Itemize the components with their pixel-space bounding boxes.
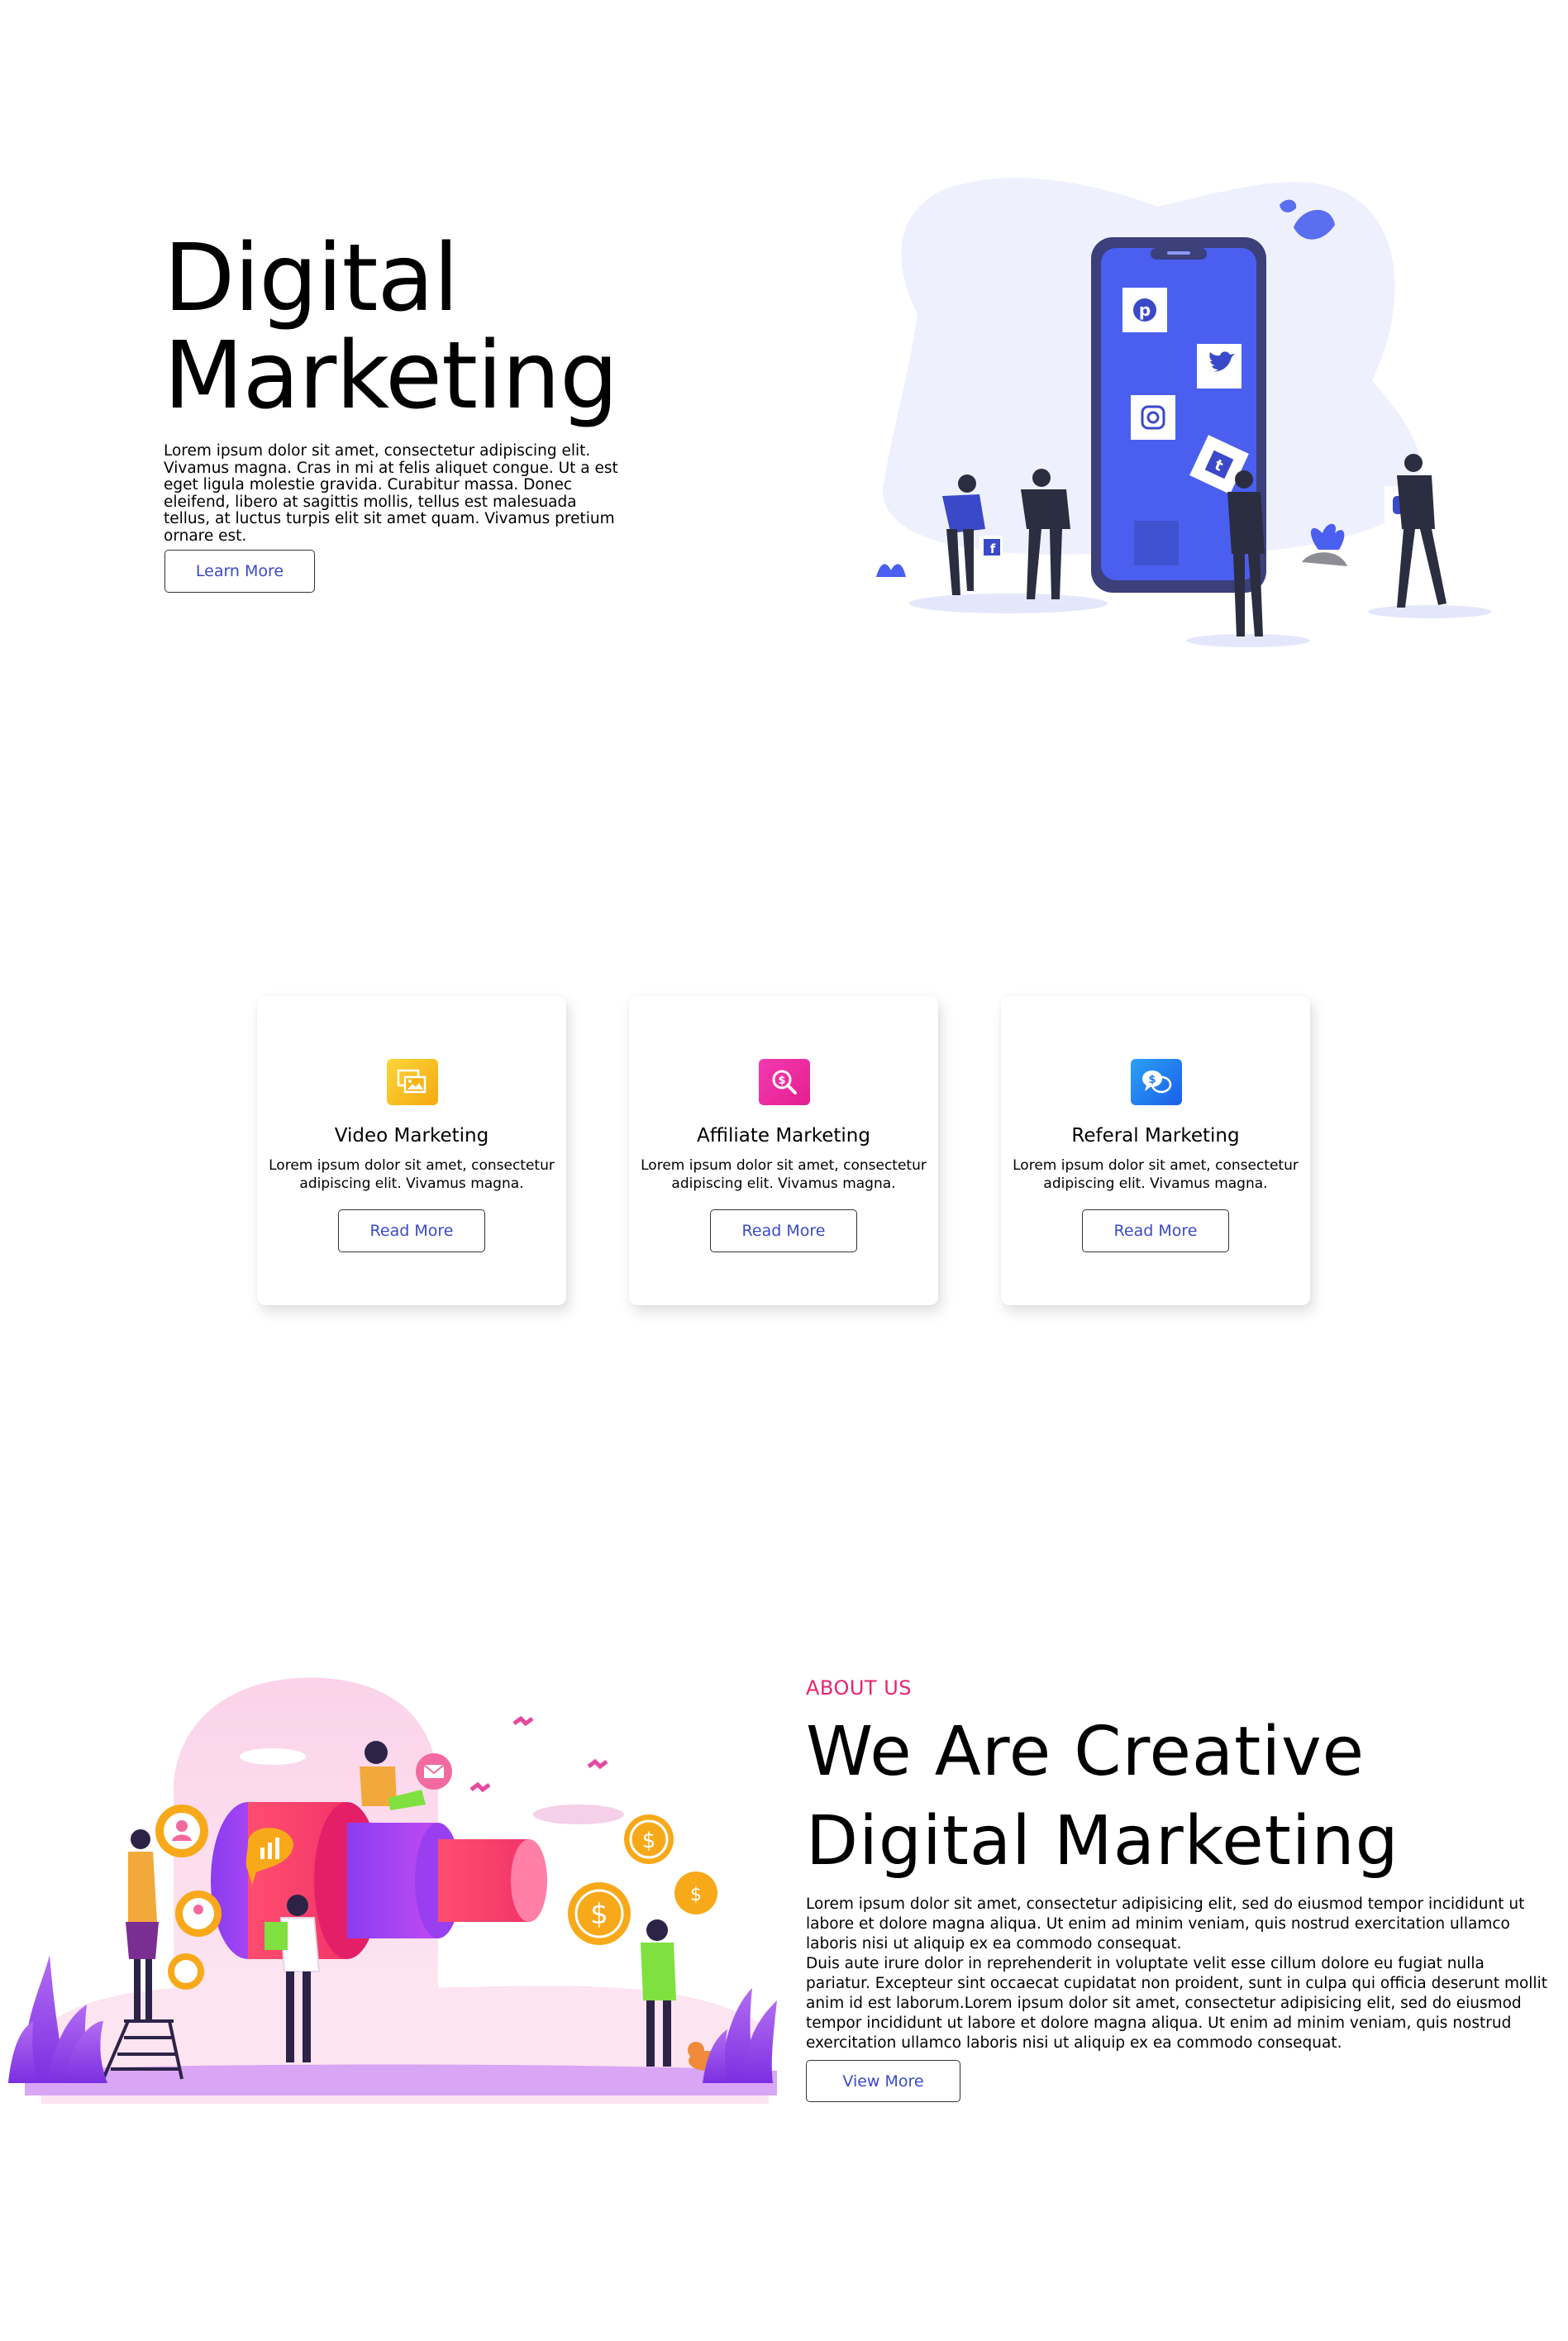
about-title: We Are Creative Digital Marketing — [806, 1708, 1550, 1886]
hero-text-block: Digital Marketing Lorem ipsum dolor sit … — [164, 230, 627, 545]
view-more-button[interactable]: View More — [806, 2060, 960, 2102]
svg-text:$: $ — [590, 1898, 608, 1931]
about-kicker: ABOUT US — [806, 1676, 913, 1700]
service-card-video: Video Marketing Lorem ipsum dolor sit am… — [257, 996, 566, 1305]
read-more-button[interactable]: Read More — [1082, 1209, 1229, 1252]
about-title-line2: Digital Marketing — [806, 1802, 1399, 1881]
about-text-block: ABOUT US We Are Creative Digital Marketi… — [806, 1676, 1550, 2053]
svg-text:$: $ — [642, 1828, 656, 1853]
hero-title: Digital Marketing — [164, 230, 627, 425]
search-dollar-icon: $ — [759, 1059, 810, 1105]
pinterest-icon: p — [1122, 288, 1167, 332]
read-more-button[interactable]: Read More — [338, 1209, 485, 1252]
svg-text:$: $ — [690, 1885, 702, 1905]
service-description: Lorem ipsum dolor sit amet, consectetur … — [641, 1157, 927, 1192]
hero-title-line2: Marketing — [164, 322, 618, 430]
instagram-icon — [1131, 395, 1175, 440]
service-title: Referal Marketing — [1071, 1125, 1240, 1147]
learn-more-button[interactable]: Learn More — [164, 550, 315, 593]
service-title: Video Marketing — [334, 1125, 489, 1147]
read-more-button[interactable]: Read More — [710, 1209, 857, 1252]
dollar-coin-icon: $ — [674, 1871, 717, 1914]
svg-text:p: p — [1139, 300, 1151, 320]
dollar-coin-icon: $ — [568, 1882, 631, 1945]
video-image-icon — [387, 1059, 438, 1105]
person-figure — [1397, 454, 1446, 608]
about-paragraph: Duis aute irure dolor in reprehenderit i… — [806, 1955, 1547, 2052]
telescope-icon — [211, 1802, 547, 1959]
service-card-referal: $ Referal Marketing Lorem ipsum dolor si… — [1001, 996, 1310, 1305]
svg-text:$: $ — [778, 1075, 785, 1087]
hero-description: Lorem ipsum dolor sit amet, consectetur … — [164, 442, 618, 545]
mail-icon — [416, 1753, 452, 1790]
about-illustration: $ $ $ — [8, 1677, 777, 2104]
service-title: Affiliate Marketing — [697, 1125, 870, 1147]
user-coin-icon — [155, 1805, 208, 1857]
service-description: Lorem ipsum dolor sit amet, consectetur … — [1013, 1157, 1299, 1192]
about-description: Lorem ipsum dolor sit amet, consectetur … — [806, 1895, 1550, 2053]
person-figure — [1227, 470, 1265, 637]
service-card-affiliate: $ Affiliate Marketing Lorem ipsum dolor … — [629, 996, 938, 1305]
about-title-line1: We Are Creative — [806, 1713, 1365, 1791]
svg-text:f: f — [990, 541, 996, 556]
svg-text:$: $ — [1148, 1074, 1156, 1086]
user-coin-icon — [168, 1953, 204, 1990]
dollar-coin-icon: $ — [624, 1814, 674, 1864]
service-description: Lorem ipsum dolor sit amet, consectetur … — [269, 1157, 555, 1192]
chat-bubbles-icon: $ — [1131, 1059, 1182, 1105]
about-paragraph: Lorem ipsum dolor sit amet, consectetur … — [806, 1895, 1525, 1952]
twitter-icon — [1197, 344, 1242, 389]
user-coin-icon — [175, 1890, 222, 1937]
hero-illustration: p t f — [876, 178, 1492, 647]
hero-title-line1: Digital — [164, 225, 459, 332]
facebook-icon: f — [979, 536, 1003, 559]
